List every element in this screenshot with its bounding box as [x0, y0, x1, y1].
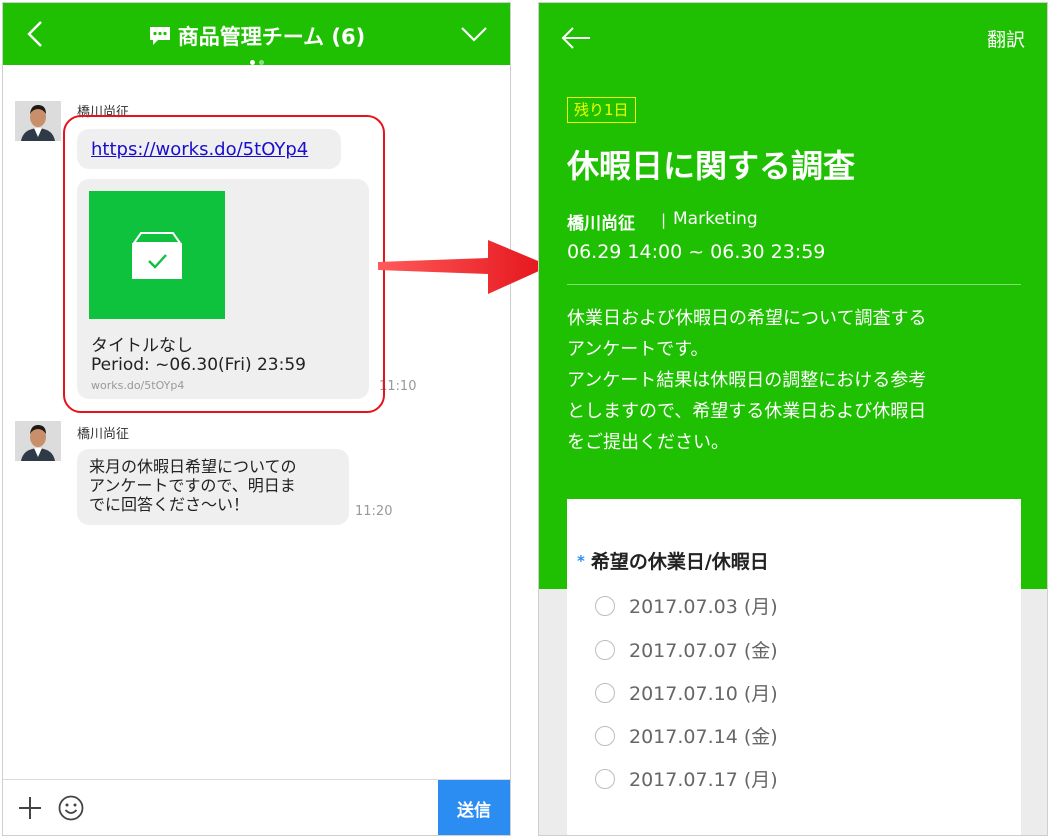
message-line: でに回答くださ〜い！ — [89, 495, 250, 514]
card-title: タイトルなし — [91, 336, 193, 356]
author-separator: | — [661, 211, 667, 229]
chevron-down-icon[interactable] — [460, 25, 488, 43]
survey-title: 休暇日に関する調査 — [567, 147, 856, 185]
text-message: 来月の休暇日希望についての アンケートですので、明日ま でに回答くださ〜い！ — [77, 449, 349, 525]
description-line: としますので、希望する休業日および休暇日 — [567, 401, 927, 422]
message-input-bar: 送信 — [3, 779, 510, 835]
card-url: works.do/5tOYp4 — [91, 379, 185, 392]
card-thumbnail — [89, 191, 225, 319]
smile-icon[interactable] — [57, 794, 85, 822]
link-message: https://works.do/5tOYp4 — [77, 129, 341, 169]
description-line: アンケート結果は休暇日の調整における参考 — [567, 370, 927, 391]
survey-description: 休業日および休暇日の希望について調査する アンケートです。 アンケート結果は休暇… — [567, 303, 1021, 458]
radio-circle[interactable] — [595, 640, 615, 660]
option-label: 2017.07.17 (月) — [629, 769, 778, 791]
description-line: アンケートです。 — [567, 339, 709, 360]
survey-screen: 翻訳 残り1日 休暇日に関する調査 橋川尚征 | Marketing 06.29… — [538, 2, 1048, 836]
translate-button[interactable]: 翻訳 — [987, 25, 1025, 52]
question-text: 希望の休業日/休暇日 — [590, 551, 769, 573]
room-title: 商品管理チーム (6) — [177, 25, 366, 49]
message-time: 11:10 — [379, 379, 417, 394]
option-label: 2017.07.10 (月) — [629, 683, 778, 705]
divider — [567, 284, 1021, 285]
question-card: * 希望の休業日/休暇日 2017.07.03 (月) 2017.07.07 (金… — [567, 499, 1021, 835]
description-line: をご提出ください。 — [567, 432, 729, 453]
survey-period: 06.29 14:00 ~ 06.30 23:59 — [567, 241, 826, 263]
option-label: 2017.07.14 (金) — [629, 726, 778, 748]
option-label: 2017.07.03 (月) — [629, 596, 778, 618]
sender-name: 橋川尚征 — [77, 427, 130, 442]
chat-bubble-icon — [149, 27, 170, 45]
envelope-check-icon — [132, 232, 182, 279]
message-time: 11:20 — [355, 504, 393, 519]
radio-circle[interactable] — [595, 769, 615, 789]
message-line: 来月の休暇日希望についての — [89, 457, 297, 476]
days-left-badge: 残り1日 — [567, 97, 636, 123]
option-label: 2017.07.07 (金) — [629, 640, 778, 662]
survey-author: 橋川尚征 — [567, 214, 635, 234]
survey-department: Marketing — [673, 209, 758, 229]
required-mark: * — [577, 552, 585, 570]
description-line: 休業日および休暇日の希望について調査する — [567, 308, 927, 329]
question-label: * 希望の休業日/休暇日 — [577, 547, 769, 574]
chat-header: 商品管理チーム (6) — [3, 3, 510, 65]
back-arrow-icon[interactable] — [561, 25, 591, 51]
page-indicator — [3, 50, 510, 69]
survey-card[interactable]: タイトルなし Period: ~06.30(Fri) 23:59 works.d… — [77, 179, 369, 399]
message-line: アンケートですので、明日ま — [89, 476, 296, 495]
avatar[interactable] — [15, 421, 61, 461]
avatar[interactable] — [15, 101, 61, 141]
send-button[interactable]: 送信 — [438, 780, 510, 835]
chat-screen: 商品管理チーム (6) 橋川尚征 https://works.do/5tOYp4… — [2, 2, 511, 836]
chat-title[interactable]: 商品管理チーム (6) — [3, 21, 510, 51]
radio-circle[interactable] — [595, 596, 615, 616]
radio-circle[interactable] — [595, 683, 615, 703]
flow-arrow — [378, 240, 550, 294]
sender-name: 橋川尚征 — [77, 105, 130, 120]
plus-icon[interactable] — [17, 795, 43, 821]
radio-circle[interactable] — [595, 726, 615, 746]
card-period: Period: ~06.30(Fri) 23:59 — [91, 355, 306, 375]
survey-link[interactable]: https://works.do/5tOYp4 — [91, 139, 308, 160]
